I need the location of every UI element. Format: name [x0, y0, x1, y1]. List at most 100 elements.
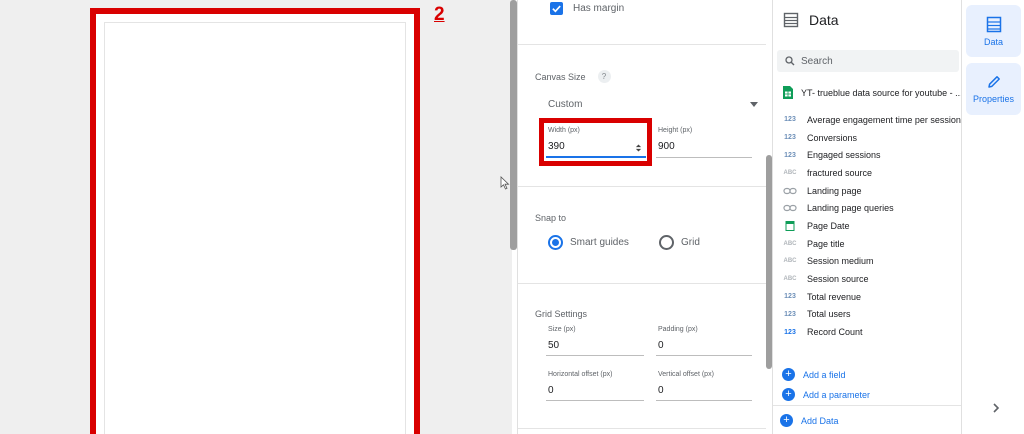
report-canvas[interactable]: 2	[0, 0, 512, 434]
plus-icon: +	[782, 388, 795, 401]
rail-properties-label: Properties	[972, 94, 1015, 104]
theme-layout-panel: Has margin Canvas Size ? Custom Width (p…	[517, 0, 772, 434]
field-label: Page title	[807, 238, 845, 249]
field-item[interactable]: 123 Total revenue	[783, 288, 961, 306]
search-placeholder: Search	[801, 55, 833, 67]
check-icon	[552, 5, 561, 13]
has-margin-label: Has margin	[573, 3, 625, 14]
data-panel-title: Data	[809, 12, 839, 28]
field-item[interactable]: 123 Total users	[783, 306, 961, 324]
field-label: Page Date	[807, 220, 850, 231]
divider	[518, 44, 766, 45]
data-source-name: YT- trueblue data source for youtube - .…	[801, 87, 963, 98]
number-type-icon: 123	[784, 134, 796, 142]
link-icon	[783, 205, 797, 212]
snap-grid-option[interactable]: Grid	[659, 235, 700, 250]
number-type-icon: 123	[784, 116, 796, 124]
report-page[interactable]	[104, 22, 406, 434]
field-item[interactable]: ABC Page title	[783, 235, 961, 253]
field-label: Total users	[807, 309, 851, 320]
google-sheets-icon	[783, 86, 793, 99]
data-source-item[interactable]: YT- trueblue data source for youtube - .…	[783, 86, 963, 99]
rail-data-label: Data	[983, 36, 1003, 47]
plus-icon: +	[780, 414, 793, 427]
snap-option-label: Smart guides	[570, 237, 629, 248]
add-field-label: Add a field	[803, 369, 846, 380]
number-type-icon: 123	[784, 328, 796, 336]
field-label: fractured source	[807, 167, 873, 178]
help-icon[interactable]: ?	[597, 70, 611, 83]
field-label: Engaged sessions	[807, 150, 881, 161]
side-rail: Data Properties	[961, 0, 1024, 434]
field-label: Record Count	[807, 327, 863, 338]
field-item[interactable]: 123 Average engagement time per session	[783, 111, 961, 129]
canvas-size-select[interactable]: Custom	[548, 92, 762, 116]
text-type-icon: ABC	[783, 169, 797, 176]
add-data-label: Add Data	[801, 415, 839, 426]
field-label: Average engagement time per session	[807, 114, 961, 125]
field-item[interactable]: 123 Conversions	[783, 129, 961, 147]
field-list: 123 Average engagement time per session …	[783, 111, 961, 341]
grid-v-offset-value[interactable]: 0	[658, 385, 664, 396]
divider	[773, 405, 961, 406]
field-item[interactable]: 123 Engaged sessions	[783, 146, 961, 164]
pencil-icon	[987, 76, 1000, 88]
grid-h-offset-value[interactable]: 0	[548, 385, 554, 396]
grid-settings-title: Grid Settings	[535, 309, 588, 319]
has-margin-checkbox[interactable]	[550, 2, 563, 15]
canvas-scrollbar[interactable]	[510, 0, 517, 250]
divider	[518, 186, 766, 187]
grid-padding-field[interactable]: Padding (px) 0	[656, 324, 752, 356]
field-item[interactable]: ABC Session source	[783, 270, 961, 288]
field-label: Session source	[807, 274, 869, 285]
add-parameter-label: Add a parameter	[803, 389, 871, 400]
height-field[interactable]: Height (px) 900	[656, 125, 752, 158]
field-label: Landing page queries	[807, 203, 894, 214]
field-label: Conversions	[807, 132, 858, 143]
grid-v-offset-field[interactable]: Vertical offset (px) 0	[656, 369, 752, 401]
grid-size-field[interactable]: Size (px) 50	[546, 324, 644, 356]
search-icon	[785, 56, 795, 66]
field-search-input[interactable]: Search	[777, 50, 959, 72]
field-item[interactable]: Landing page	[783, 182, 961, 200]
grid-h-offset-field[interactable]: Horizontal offset (px) 0	[546, 369, 644, 401]
rail-data-button[interactable]: Data	[966, 5, 1021, 57]
calendar-icon	[785, 220, 795, 231]
link-icon	[783, 187, 797, 194]
field-label: Landing page	[807, 185, 862, 196]
height-value[interactable]: 900	[658, 141, 675, 152]
grid-size-label: Size (px)	[548, 326, 576, 333]
snap-to-title: Snap to	[535, 213, 567, 223]
add-field-button[interactable]: + Add a field	[782, 368, 846, 381]
field-item[interactable]: ABC fractured source	[783, 164, 961, 182]
grid-padding-value[interactable]: 0	[658, 340, 664, 351]
field-item[interactable]: Landing page queries	[783, 199, 961, 217]
field-label: Session medium	[807, 256, 874, 267]
width-field-highlight	[539, 118, 652, 166]
chevron-right-icon[interactable]	[991, 402, 1001, 414]
field-label: Total revenue	[807, 291, 862, 302]
field-item[interactable]: ABC Session medium	[783, 253, 961, 271]
divider	[518, 283, 766, 284]
number-type-icon: 123	[784, 293, 796, 301]
grid-v-offset-label: Vertical offset (px)	[658, 371, 714, 378]
data-panel-header: Data	[783, 12, 839, 28]
add-data-button[interactable]: + Add Data	[780, 414, 839, 427]
snap-option-label: Grid	[681, 237, 700, 248]
text-type-icon: ABC	[783, 258, 797, 265]
grid-size-value[interactable]: 50	[548, 340, 559, 351]
has-margin-row[interactable]: Has margin	[550, 2, 624, 15]
field-item[interactable]: 123 Record Count	[783, 323, 961, 341]
height-label: Height (px)	[658, 127, 693, 134]
mouse-cursor-icon	[500, 176, 510, 190]
add-parameter-button[interactable]: + Add a parameter	[782, 388, 870, 401]
radio-selected-icon[interactable]	[548, 235, 563, 250]
annotation-2: 2	[434, 4, 445, 25]
radio-unselected-icon[interactable]	[659, 235, 674, 250]
rail-properties-button[interactable]: Properties	[966, 63, 1021, 115]
grid-h-offset-label: Horizontal offset (px)	[548, 371, 613, 378]
divider	[518, 428, 766, 429]
snap-smart-guides-option[interactable]: Smart guides	[548, 235, 629, 250]
field-item[interactable]: Page Date	[783, 217, 961, 235]
text-type-icon: ABC	[783, 240, 797, 247]
